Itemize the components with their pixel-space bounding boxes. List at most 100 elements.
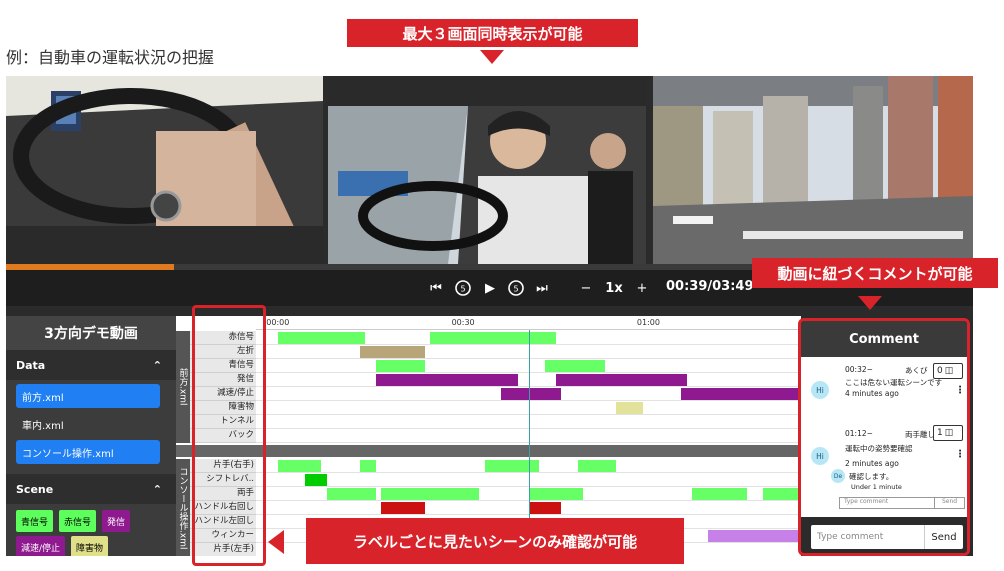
comment-count: 0 (937, 366, 943, 376)
comment-item[interactable]: 01:12~ 両手離し 1 ◫ Hi 運転中の姿勢要確認 2 minutes a… (805, 425, 965, 517)
rewind-5-icon: 5 (455, 280, 471, 296)
group-name: 前方.xml (176, 331, 190, 443)
speech-bubble-icon: ◫ (944, 428, 954, 438)
callout-label-arrow (268, 530, 284, 554)
comment-ago: 4 minutes ago (845, 389, 899, 398)
label-segment[interactable] (577, 460, 616, 472)
comment-text: ここは危ない運転シーンです (845, 378, 943, 387)
label-segment[interactable] (277, 460, 322, 472)
callout-label: ラベルごとに見たいシーンのみ確認が可能 (306, 518, 684, 564)
rewind-5-button[interactable]: 5 (453, 274, 473, 302)
time-readout: 00:39/03:49 (666, 279, 754, 294)
play-button[interactable]: ▶ (480, 274, 500, 302)
label-segment[interactable] (381, 488, 480, 500)
comment-panel: Comment 00:32~ あくび 0 ◫ Hi ここは危ない運転シーンです … (798, 318, 970, 556)
scene-section-label: Scene (16, 482, 54, 496)
reply-input-placeholder: Type comment (844, 498, 889, 505)
comment-ago: 2 minutes ago (845, 459, 899, 468)
caption: 例：自動車の運転状況の把握 (6, 48, 215, 67)
comment-user: あくび (905, 366, 928, 375)
tick-label: 00:00 (266, 318, 290, 327)
comment-user: 両手離し (905, 430, 935, 439)
avatar: Hi (811, 447, 829, 465)
label-segment[interactable] (615, 402, 643, 414)
play-icon: ▶ (485, 280, 495, 296)
scene-section-header[interactable]: Scene ⌃ (6, 474, 176, 504)
comment-text: 運転中の姿勢要確認 (845, 444, 913, 453)
comment-input[interactable]: Type comment (811, 525, 925, 549)
project-title: 3方向デモ動画 (6, 316, 176, 350)
label-segment[interactable] (326, 488, 376, 500)
comment-send-button[interactable]: Send (925, 532, 963, 543)
label-segment[interactable] (277, 332, 365, 344)
callout-comment-arrow (858, 296, 882, 310)
tick-label: 01:00 (636, 318, 660, 327)
label-segment[interactable] (528, 488, 583, 500)
more-options-icon[interactable]: ⋮ (955, 449, 965, 460)
comment-time: 00:32~ (845, 365, 873, 374)
speech-bubble-icon: ◫ (944, 366, 954, 376)
data-section-header[interactable]: Data ⌃ (6, 350, 176, 380)
label-segment[interactable] (305, 474, 327, 486)
forward-5-button[interactable]: 5 (506, 274, 526, 302)
file-item[interactable]: 前方.xml (16, 384, 160, 408)
skip-previous-icon: ⏮ (430, 280, 442, 296)
label-segment[interactable] (359, 346, 425, 358)
scene-tag[interactable]: 赤信号 (59, 510, 97, 532)
label-segment[interactable] (692, 488, 747, 500)
time-ruler: 00:00 00:30 01:00 (256, 316, 801, 330)
comment-item[interactable]: 00:32~ あくび 0 ◫ Hi ここは危ない運転シーンです 4 minute… (805, 363, 965, 415)
label-segment[interactable] (681, 388, 801, 400)
label-segment[interactable] (501, 388, 562, 400)
data-section-label: Data (16, 358, 46, 372)
comment-count: 1 (937, 428, 943, 438)
minus-icon: − (580, 280, 592, 296)
chevron-up-icon: ⌃ (152, 482, 162, 496)
label-segment[interactable] (381, 502, 425, 514)
scene-tag[interactable]: 減速/停止 (16, 536, 66, 556)
speed-decrease-button[interactable]: − (578, 274, 594, 302)
video-pane-front[interactable] (653, 76, 973, 264)
reply-input[interactable]: Type comment Send (839, 497, 965, 509)
file-list: 前方.xml 車内.xml コンソール操作.xml (6, 384, 176, 464)
comment-list: 00:32~ あくび 0 ◫ Hi ここは危ない運転シーンです 4 minute… (801, 357, 967, 517)
video-pane-driver[interactable] (328, 76, 646, 264)
group-name: コンソール操作.xml (176, 459, 190, 556)
label-segment[interactable] (528, 502, 562, 514)
reply-ago: Under 1 minute (851, 483, 902, 491)
label-segment[interactable] (555, 374, 687, 386)
callout-arrow-down (480, 50, 504, 64)
label-segment[interactable] (375, 374, 518, 386)
label-highlight-box (192, 305, 266, 566)
speed-increase-button[interactable]: + (634, 274, 650, 302)
reply-text: 確認します。 (849, 472, 894, 481)
scene-tag[interactable]: 発信 (102, 510, 131, 532)
label-segment[interactable] (430, 332, 556, 344)
label-segment[interactable] (544, 360, 605, 372)
file-item[interactable]: 車内.xml (16, 412, 160, 436)
more-options-icon[interactable]: ⋮ (955, 385, 965, 396)
file-item[interactable]: コンソール操作.xml (16, 440, 160, 464)
callout-comment: 動画に紐づくコメントが可能 (752, 258, 998, 288)
label-segment[interactable] (484, 460, 540, 472)
scene-tag[interactable]: 障害物 (71, 536, 109, 556)
plus-icon: + (636, 280, 648, 296)
speed-value: 1x (605, 280, 623, 296)
video-pane-interior[interactable] (6, 76, 323, 264)
comment-count-button[interactable]: 1 ◫ (933, 425, 963, 441)
scene-tag-list: 青信号 赤信号 発信減速/停止 障害物 (6, 504, 176, 556)
reply-send-button[interactable]: Send (934, 498, 964, 508)
label-segment[interactable] (359, 460, 376, 472)
comment-input-row: Type comment Send (811, 525, 963, 549)
label-segment[interactable] (762, 488, 801, 500)
label-segment[interactable] (708, 530, 801, 542)
scene-tag[interactable]: 青信号 (16, 510, 54, 532)
forward-5-icon: 5 (508, 280, 524, 296)
label-segment[interactable] (375, 360, 425, 372)
comment-title: Comment (801, 321, 967, 357)
reply-avatar: De (831, 469, 845, 483)
tick-label: 00:30 (451, 318, 475, 327)
svg-text:5: 5 (460, 285, 465, 294)
skip-previous-button[interactable]: ⏮ (426, 274, 446, 302)
skip-next-button[interactable]: ⏭ (532, 274, 552, 302)
